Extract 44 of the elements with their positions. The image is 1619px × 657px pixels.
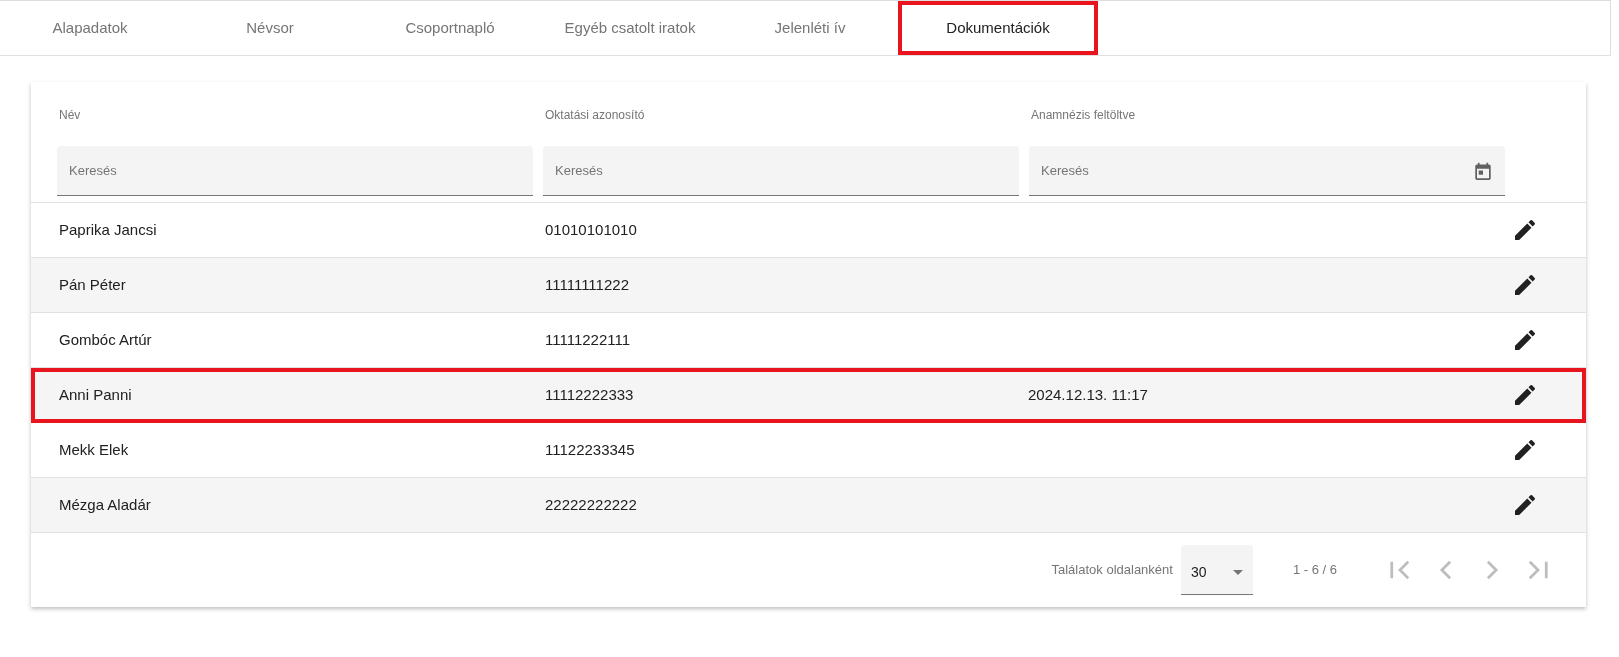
table-cell-text: Pán Péter	[59, 274, 127, 295]
column-header: Oktatási azonosító	[545, 107, 645, 124]
table-cell-text: 22222222222	[545, 494, 638, 515]
table-cell-text: 11112222333	[545, 384, 635, 405]
tab[interactable]: Csoportnapló	[360, 1, 540, 55]
pencil-icon	[1515, 385, 1535, 405]
edit-button[interactable]	[1513, 493, 1537, 517]
edit-button[interactable]	[1513, 273, 1537, 297]
table-cell-text: 11122233345	[545, 439, 636, 460]
dropdown-caret-icon	[1232, 570, 1243, 575]
table-cell-text: 11111111222	[545, 274, 630, 295]
search-field[interactable]: Keresés	[1029, 146, 1505, 196]
first-chevron-icon	[1389, 559, 1411, 581]
edit-button[interactable]	[1513, 438, 1537, 462]
column-header: Név	[59, 107, 81, 124]
last-chevron-icon	[1527, 559, 1549, 581]
tab[interactable]: Jelenléti ív	[720, 1, 900, 55]
table-cell-text: 01010101010	[545, 219, 638, 240]
edit-button[interactable]	[1513, 328, 1537, 352]
table-cell-text: Anni Panni	[59, 384, 133, 405]
pencil-icon	[1515, 330, 1535, 350]
pencil-icon	[1515, 495, 1535, 515]
tab[interactable]: Névsor	[180, 1, 360, 55]
tab[interactable]: Egyéb csatolt iratok	[540, 1, 720, 55]
page-size-select[interactable]: 30	[1180, 545, 1253, 595]
table-cell-text: Mekk Elek	[59, 439, 130, 460]
calendar-icon[interactable]	[1475, 162, 1491, 180]
table-cell-text: 11111222111	[545, 329, 632, 350]
page-range-label: 1 - 6 / 6	[1292, 561, 1337, 580]
pencil-icon	[1515, 220, 1535, 240]
search-field[interactable]: Keresés	[543, 146, 1019, 196]
table-cell-text: Gombóc Artúr	[59, 329, 153, 350]
column-header: Anamnézis feltöltve	[1031, 107, 1136, 124]
table-cell-text: Paprika Jancsi	[59, 219, 158, 240]
tab[interactable]: Alapadatok	[0, 1, 180, 55]
tab[interactable]: Dokumentációk	[898, 1, 1098, 55]
table-cell-text: Mézga Aladár	[59, 494, 152, 515]
table-cell-text: 2024.12.13. 11:17	[1028, 384, 1149, 405]
page-size-label: Találatok oldalanként	[1051, 561, 1173, 580]
pencil-icon	[1515, 275, 1535, 295]
edit-button[interactable]	[1513, 383, 1537, 407]
pencil-icon	[1515, 440, 1535, 460]
search-field[interactable]: Keresés	[57, 146, 533, 196]
edit-button[interactable]	[1513, 218, 1537, 242]
